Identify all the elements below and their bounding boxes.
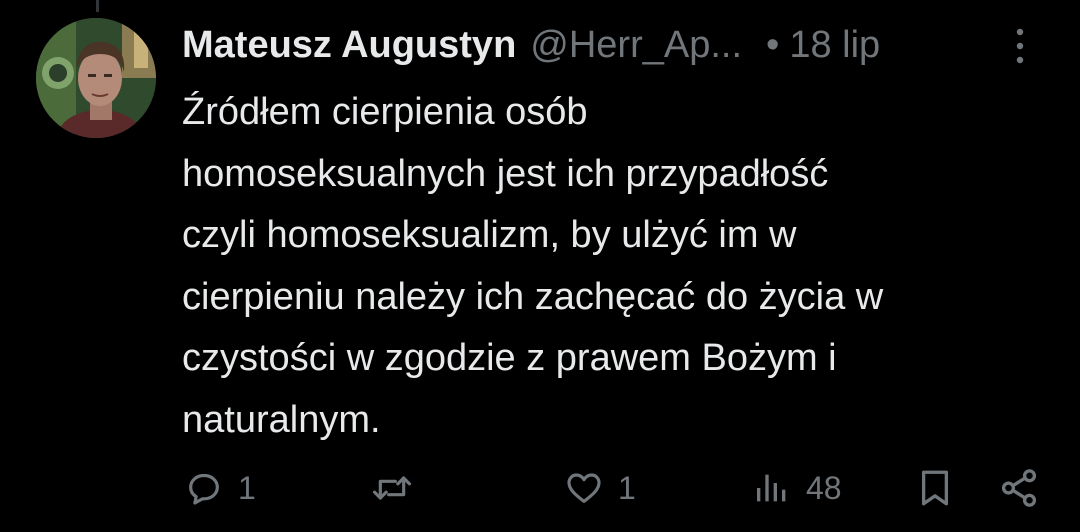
views-button[interactable]: 48 [752,462,842,514]
views-icon [757,474,786,502]
heart-icon [567,473,601,503]
tweet-text-line: Źródłem cierpienia osób [182,91,588,133]
bookmark-icon [921,470,949,506]
like-button[interactable]: 1 [564,462,636,514]
reply-count: 1 [238,469,256,506]
avatar-photo-icon [36,18,156,138]
separator-dot: • [766,23,780,66]
tweet-text-line: naturalnym. [182,398,381,441]
like-count: 1 [618,469,636,506]
reply-icon [189,473,219,505]
share-button[interactable] [998,462,1040,514]
more-vertical-icon [1016,28,1024,64]
tweet-text-line: czyli homoseksualizm, by ulżyć im w [182,214,797,256]
tweet-text-line: czystości w zgodzie z prawem Bożym i [182,337,837,379]
reply-button[interactable]: 1 [184,462,256,514]
views-count: 48 [806,469,842,506]
author-handle[interactable]: @Herr_Ap... [530,24,742,67]
bookmark-button[interactable] [914,462,956,514]
share-icon [1001,469,1037,507]
more-options-button[interactable] [1006,26,1034,66]
avatar[interactable] [36,18,156,138]
tweet-text: Źródłem cierpienia osób homoseksualnych … [182,82,1062,451]
tweet-action-bar: 1 1 48 [0,462,1080,514]
tweet-timestamp[interactable]: 18 lip [789,24,880,67]
tweet-text-line: homoseksualnych jest ich przypadłość [182,152,829,195]
retweet-button[interactable] [370,462,428,514]
tweet-header: Mateusz Augustyn @Herr_Ap... • 18 lip [182,20,880,70]
thread-connector-line [96,0,99,12]
retweet-icon [372,476,412,500]
tweet-text-line: cierpieniu należy ich zachęcać do życia … [182,275,884,318]
author-display-name[interactable]: Mateusz Augustyn [182,24,516,67]
